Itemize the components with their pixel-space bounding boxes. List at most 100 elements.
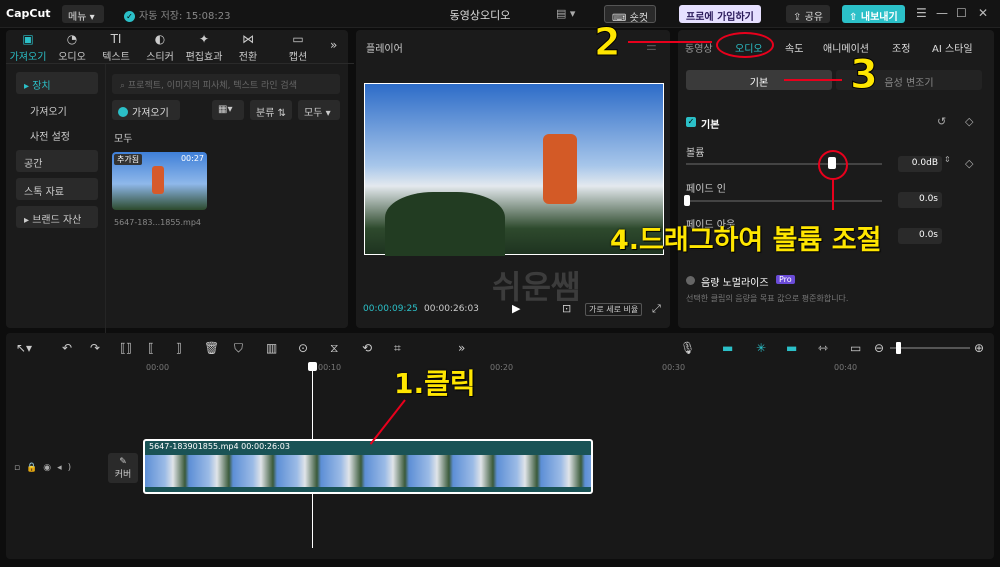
zoom-out-icon[interactable]: ⊖ bbox=[874, 341, 884, 355]
reset-icon[interactable]: ↺ bbox=[937, 115, 946, 128]
tab-text[interactable]: TI 텍스트 bbox=[94, 32, 138, 63]
tab-audio[interactable]: ◔ 오디오 bbox=[50, 32, 94, 63]
grid-view-icon[interactable]: ▦▾ bbox=[212, 100, 244, 120]
export-button[interactable]: ⇧ 내보내기 bbox=[842, 5, 905, 23]
zoom-slider[interactable] bbox=[890, 347, 970, 349]
tab-sticker[interactable]: ◐ 스티커 bbox=[138, 32, 182, 63]
thumb-duration: 00:27 bbox=[180, 154, 204, 163]
volume-keyframe-icon[interactable]: ◇ bbox=[965, 157, 973, 170]
video-clip[interactable]: 5647-183901855.mp4 00:00:26:03 bbox=[143, 439, 593, 494]
volume-value-input[interactable]: 0.0dB bbox=[898, 156, 942, 172]
preview-axis-icon[interactable]: ▬ bbox=[786, 341, 797, 355]
fadeout-value-input[interactable]: 0.0s bbox=[898, 228, 942, 244]
pro-button[interactable]: 프로에 가입하기 bbox=[679, 5, 761, 23]
sidebar-item-stock[interactable]: 스톡 자료 bbox=[16, 178, 98, 200]
freeze-icon[interactable]: ▥ bbox=[266, 341, 277, 355]
more-icon[interactable]: ☰ bbox=[916, 6, 927, 20]
import-button[interactable]: 가져오기 bbox=[112, 100, 180, 120]
tab-import[interactable]: ▣ 가져오기 bbox=[6, 32, 50, 63]
tab-transition[interactable]: ⋈ 전환 bbox=[226, 32, 270, 63]
annotation-click: 1.클릭 bbox=[394, 367, 476, 400]
tab-effects[interactable]: ✦ 편집효과 bbox=[182, 32, 226, 63]
sidebar-item-space[interactable]: 공간 bbox=[16, 150, 98, 172]
keyframe-icon[interactable]: ◇ bbox=[965, 115, 973, 128]
cover-button[interactable]: ✎ 커버 bbox=[108, 453, 138, 483]
mark-icon[interactable]: ⛉ bbox=[234, 341, 243, 356]
tab-label: 오디오 bbox=[58, 52, 86, 63]
tab-label: 스티커 bbox=[146, 52, 174, 63]
normalize-toggle[interactable] bbox=[686, 276, 695, 285]
clip-frames bbox=[145, 455, 591, 487]
ruler-label: 00:00 bbox=[146, 363, 170, 372]
play-icon[interactable]: ▶ bbox=[512, 302, 520, 315]
annotation-arrow-4 bbox=[832, 180, 834, 210]
link-icon[interactable]: ✳ bbox=[756, 341, 766, 355]
caption-icon: ▭ bbox=[292, 32, 304, 46]
normalize-description: 선택한 클립의 음량을 목표 값으로 평준화합니다. bbox=[686, 294, 849, 303]
split-audio-icon[interactable]: ⇿ bbox=[818, 341, 828, 355]
redo-icon[interactable]: ↷ bbox=[90, 341, 100, 355]
fullscreen-crop-icon[interactable]: ⊡ bbox=[562, 302, 571, 315]
filter-button[interactable]: 모두 ▾ bbox=[298, 100, 340, 120]
effects-icon: ✦ bbox=[198, 32, 210, 46]
select-tool-icon[interactable]: ↖▾ bbox=[16, 341, 32, 355]
fadein-slider[interactable] bbox=[686, 200, 882, 202]
sidebar-item-presets[interactable]: 사전 설정 bbox=[16, 123, 98, 145]
expand-icon[interactable]: ⤢ bbox=[652, 302, 661, 316]
stepper-icon[interactable]: ⇕ bbox=[944, 155, 951, 164]
mic-icon[interactable]: 🎙 bbox=[680, 341, 695, 355]
more-tools-icon[interactable]: » bbox=[458, 341, 465, 355]
caption-track-icon[interactable]: ▭ bbox=[850, 341, 861, 355]
minimize-icon[interactable]: — bbox=[936, 6, 948, 20]
tab-adjust[interactable]: 조정 bbox=[892, 40, 910, 55]
playhead-handle[interactable] bbox=[308, 362, 317, 371]
fadein-value-input[interactable]: 0.0s bbox=[898, 192, 942, 208]
tab-caption[interactable]: ▭ 캡션 bbox=[276, 32, 320, 63]
crop-icon[interactable]: ⌗ bbox=[394, 341, 401, 356]
search-placeholder: 프로젝트, 이미지의 피사체, 텍스트 라인 검색 bbox=[127, 81, 297, 91]
search-input[interactable]: ⌕ 프로젝트, 이미지의 피사체, 텍스트 라인 검색 bbox=[112, 74, 340, 94]
player-title: 플레이어 bbox=[366, 44, 403, 55]
volume-slider[interactable] bbox=[686, 163, 882, 165]
sidebar-item-device[interactable]: ▸ 장치 bbox=[16, 72, 98, 94]
layout-icon[interactable]: ▤ ▾ bbox=[556, 7, 575, 20]
close-icon[interactable]: ✕ bbox=[978, 6, 988, 20]
maximize-icon[interactable]: ☐ bbox=[956, 6, 967, 20]
text-icon: TI bbox=[110, 32, 122, 46]
sidebar-item-import[interactable]: 가져오기 bbox=[16, 98, 98, 120]
import-label: 가져오기 bbox=[132, 108, 169, 119]
undo-icon[interactable]: ↶ bbox=[62, 341, 72, 355]
menu-button[interactable]: 메뉴 ▾ bbox=[62, 5, 104, 23]
reverse-icon[interactable]: ⊙ bbox=[298, 341, 308, 355]
transition-icon: ⋈ bbox=[242, 32, 254, 46]
sort-button[interactable]: 분류 ⇅ bbox=[250, 100, 292, 120]
delete-icon[interactable]: 🗑 bbox=[204, 341, 219, 355]
clip-label: 5647-183901855.mp4 00:00:26:03 bbox=[149, 442, 290, 451]
basic-checkbox[interactable]: ✓ bbox=[686, 117, 696, 127]
mirror-icon[interactable]: ⧖ bbox=[330, 341, 338, 356]
tab-speed[interactable]: 속도 bbox=[785, 40, 803, 55]
annotation-circle-audio-tab bbox=[716, 32, 774, 58]
sidebar: ▸ 장치 가져오기 사전 설정 공간 스톡 자료 ▸ 브랜드 자산 bbox=[6, 64, 106, 359]
zoom-handle[interactable] bbox=[896, 342, 901, 354]
ratio-button[interactable]: 가로 세로 비율 bbox=[585, 303, 643, 316]
more-tabs-icon[interactable]: » bbox=[330, 38, 337, 52]
split-right-icon[interactable]: ⟧ bbox=[176, 341, 182, 355]
magnet-icon[interactable]: ▬ bbox=[722, 341, 733, 355]
annotation-number-2: 2 bbox=[593, 20, 621, 65]
fadein-handle[interactable] bbox=[684, 195, 690, 206]
tab-label: 전환 bbox=[238, 52, 258, 63]
split-left-icon[interactable]: ⟦ bbox=[148, 341, 154, 355]
zoom-in-icon[interactable]: ⊕ bbox=[974, 341, 984, 355]
shortcut-label: 숏컷 bbox=[629, 13, 649, 24]
split-icon[interactable]: ⟦⟧ bbox=[120, 341, 132, 355]
sidebar-item-brand[interactable]: ▸ 브랜드 자산 bbox=[16, 206, 98, 228]
media-thumbnail[interactable]: 추가됨 00:27 bbox=[112, 152, 207, 210]
annotation-arrow-3 bbox=[784, 79, 842, 81]
share-button[interactable]: ⇪ 공유 bbox=[786, 5, 830, 23]
rotate-icon[interactable]: ⟲ bbox=[362, 341, 372, 355]
track-controls[interactable]: ▫🔒◉◂) bbox=[14, 463, 77, 473]
tab-ai-style[interactable]: AI 스타일 bbox=[932, 40, 973, 55]
app-logo: CapCut bbox=[6, 7, 51, 20]
added-badge: 추가됨 bbox=[114, 154, 143, 165]
